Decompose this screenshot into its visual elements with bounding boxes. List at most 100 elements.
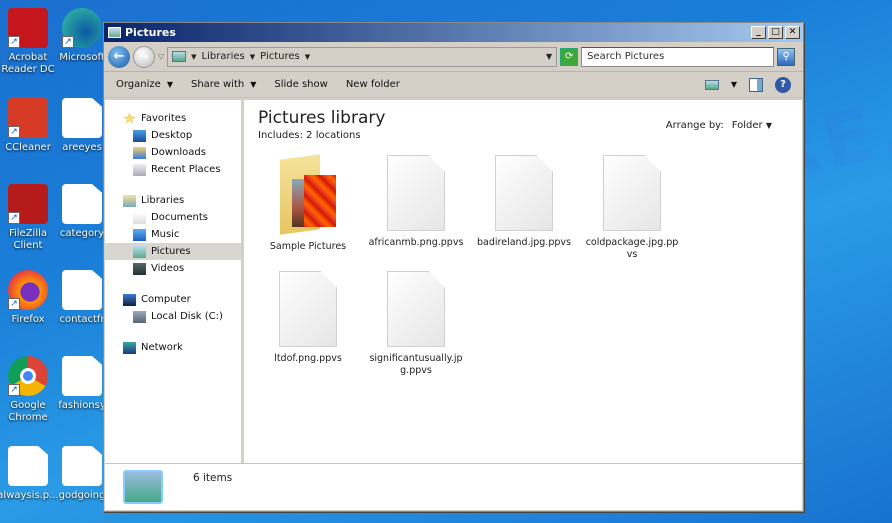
folder-icon xyxy=(278,154,338,235)
search-input[interactable]: Search Pictures xyxy=(581,46,775,67)
videos-icon xyxy=(133,262,146,275)
view-options-dropdown[interactable]: ▼ xyxy=(731,80,737,89)
sidebar-item-downloads[interactable]: Downloads xyxy=(105,144,241,161)
music-icon xyxy=(133,228,146,241)
breadcrumb-arrow-icon[interactable]: ▼ xyxy=(191,53,196,61)
recent-places-icon xyxy=(133,163,146,176)
sidebar-item-documents[interactable]: Documents xyxy=(105,209,241,226)
shortcut-arrow-icon: ↗ xyxy=(8,36,20,48)
sidebar-item-label: Favorites xyxy=(141,113,187,124)
file-name: africanmb.png.ppvs xyxy=(368,237,464,248)
nav-group-network: Network xyxy=(105,339,241,356)
sidebar-item-label: Downloads xyxy=(151,147,206,158)
item-count: 6 items xyxy=(193,472,233,484)
address-history-dropdown[interactable]: ▼ xyxy=(546,52,552,61)
chrome-icon: ↗ xyxy=(8,356,48,396)
file-name: ltdof.png.ppvs xyxy=(274,353,342,364)
arrange-by-value: Folder xyxy=(731,120,763,131)
arrange-by: Arrange by: Folder ▼ xyxy=(666,120,772,131)
sidebar-item-label: Videos xyxy=(151,263,185,274)
forward-button[interactable]: → xyxy=(133,45,155,68)
network-icon xyxy=(123,341,136,354)
sidebar-item-desktop[interactable]: Desktop xyxy=(105,127,241,144)
sidebar-item-label: Network xyxy=(141,342,183,353)
content-pane: Pictures library Includes: 2 locations A… xyxy=(244,100,802,464)
sidebar-item-label: Local Disk (C:) xyxy=(151,311,223,322)
sidebar-item-label: Documents xyxy=(151,212,209,223)
sidebar-item-local-disk-c[interactable]: Local Disk (C:) xyxy=(105,308,241,325)
downloads-icon xyxy=(133,146,146,159)
pictures-icon xyxy=(133,245,146,258)
file-icon xyxy=(603,155,661,231)
file-item[interactable]: coldpackage.jpg.ppvs xyxy=(578,155,686,261)
sidebar-item-computer[interactable]: Computer xyxy=(105,291,241,308)
file-icon xyxy=(279,271,337,347)
slide-show-button[interactable]: Slide show xyxy=(274,79,327,90)
pictures-icon xyxy=(108,27,121,38)
file-icon xyxy=(62,98,102,138)
new-folder-button[interactable]: New folder xyxy=(346,79,400,90)
file-item[interactable]: ltdof.png.ppvs xyxy=(254,271,362,377)
sidebar-item-label: Libraries xyxy=(141,195,185,206)
minimize-button[interactable]: _ xyxy=(751,26,766,39)
file-icon xyxy=(8,446,48,486)
arrange-by-dropdown[interactable]: Folder ▼ xyxy=(732,120,772,131)
chevron-down-icon: ▼ xyxy=(765,121,772,130)
file-item[interactable]: africanmb.png.ppvs xyxy=(362,155,470,261)
organize-label: Organize xyxy=(116,79,161,90)
file-icon xyxy=(62,446,102,486)
file-item[interactable]: significantusually.jpg.ppvs xyxy=(362,271,470,377)
address-bar-row: ← → ▽ ▼ Libraries ▼ Pictures ▼ ▼ ⟳ Searc… xyxy=(104,42,803,72)
change-view-button[interactable] xyxy=(704,79,719,90)
sidebar-item-recent-places[interactable]: Recent Places xyxy=(105,161,241,178)
sidebar-item-network[interactable]: Network xyxy=(105,339,241,356)
file-item[interactable]: badireland.jpg.ppvs xyxy=(470,155,578,261)
breadcrumb-arrow-icon[interactable]: ▼ xyxy=(250,53,255,61)
search-button[interactable]: ⚲ xyxy=(777,47,796,66)
file-icon xyxy=(62,184,102,224)
command-bar: Organize ▼ Share with ▼ Slide show New fol… xyxy=(104,72,803,98)
help-icon[interactable]: ? xyxy=(775,76,791,93)
share-with-button[interactable]: Share with ▼ xyxy=(191,79,256,90)
details-pane: 6 items xyxy=(105,463,802,510)
organize-button[interactable]: Organize ▼ xyxy=(116,79,173,90)
edge-icon: ↗ xyxy=(62,8,102,48)
breadcrumb-libraries[interactable]: Libraries xyxy=(202,51,245,62)
file-name: significantusually.jpg.ppvs xyxy=(369,353,463,376)
recent-pages-dropdown[interactable]: ▽ xyxy=(158,52,164,61)
library-icon xyxy=(123,470,163,504)
sidebar-item-favorites[interactable]: Favorites xyxy=(105,110,241,127)
breadcrumb-arrow-icon[interactable]: ▼ xyxy=(305,53,310,61)
sidebar-item-pictures[interactable]: Pictures xyxy=(105,243,241,260)
sidebar-item-videos[interactable]: Videos xyxy=(105,260,241,277)
ccleaner-icon: ↗ xyxy=(8,98,48,138)
preview-pane-button[interactable] xyxy=(749,77,763,92)
back-button[interactable]: ← xyxy=(108,45,130,68)
sidebar-item-label: Recent Places xyxy=(151,164,221,175)
file-name: badireland.jpg.ppvs xyxy=(477,237,571,248)
sidebar-item-label: Pictures xyxy=(151,246,191,257)
breadcrumb[interactable]: ▼ Libraries ▼ Pictures ▼ ▼ xyxy=(167,46,558,67)
libraries-icon xyxy=(123,194,136,207)
disk-icon xyxy=(133,310,146,323)
sidebar-item-libraries[interactable]: Libraries xyxy=(105,192,241,209)
navigation-pane: Favorites Desktop Downloads Recent Places Li… xyxy=(105,100,244,464)
library-locations-link[interactable]: Includes: 2 locations xyxy=(258,130,788,141)
folder-item[interactable]: Sample Pictures xyxy=(254,154,362,261)
shortcut-arrow-icon: ↗ xyxy=(8,126,20,138)
maximize-button[interactable]: □ xyxy=(768,26,783,39)
filezilla-icon: ↗ xyxy=(8,184,48,224)
shortcut-arrow-icon: ↗ xyxy=(8,212,20,224)
close-button[interactable]: ✕ xyxy=(785,26,800,39)
firefox-icon: ↗ xyxy=(8,270,48,310)
sidebar-item-music[interactable]: Music xyxy=(105,226,241,243)
documents-icon xyxy=(133,211,146,224)
file-icon xyxy=(495,155,553,231)
explorer-window: Pictures _ □ ✕ ← → ▽ ▼ Libraries ▼ Pictu… xyxy=(103,22,804,512)
refresh-button[interactable]: ⟳ xyxy=(560,47,579,66)
file-icon xyxy=(62,270,102,310)
chevron-down-icon: ▼ xyxy=(250,80,257,89)
nav-group-favorites: Favorites Desktop Downloads Recent Places xyxy=(105,110,241,178)
breadcrumb-pictures[interactable]: Pictures xyxy=(260,51,300,62)
title-bar[interactable]: Pictures _ □ ✕ xyxy=(104,23,803,42)
